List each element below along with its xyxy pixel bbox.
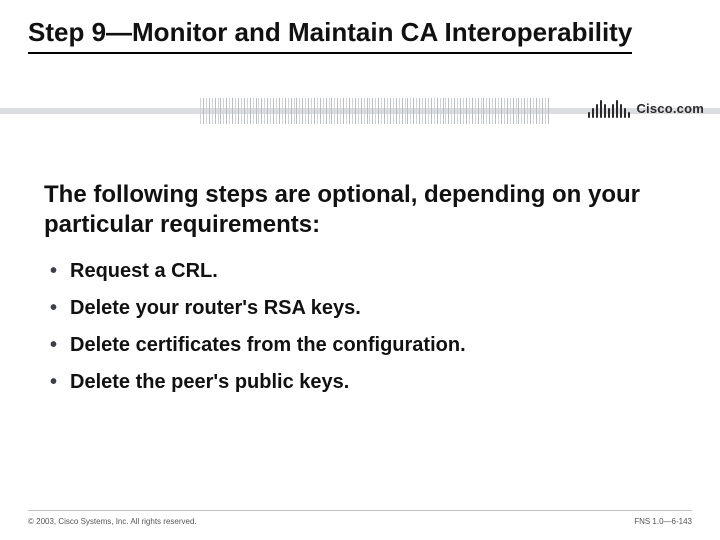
bullet-list: Request a CRL. Delete your router's RSA … — [44, 258, 676, 396]
list-item: Delete your router's RSA keys. — [44, 295, 676, 322]
list-item: Delete certificates from the configurati… — [44, 332, 676, 359]
slide-title: Step 9—Monitor and Maintain CA Interoper… — [28, 18, 632, 54]
band-ticks — [200, 98, 550, 124]
cisco-logo: Cisco.com — [588, 98, 704, 118]
cisco-bars-icon — [588, 98, 630, 118]
list-item: Delete the peer's public keys. — [44, 369, 676, 396]
lead-text: The following steps are optional, depend… — [44, 180, 676, 240]
footer: © 2003, Cisco Systems, Inc. All rights r… — [28, 510, 692, 526]
list-item: Request a CRL. — [44, 258, 676, 285]
copyright-text: © 2003, Cisco Systems, Inc. All rights r… — [28, 517, 197, 526]
slide-number: FNS 1.0—6-143 — [634, 517, 692, 526]
content-area: The following steps are optional, depend… — [44, 180, 676, 406]
slide: Step 9—Monitor and Maintain CA Interoper… — [0, 0, 720, 540]
logo-text: Cisco.com — [636, 101, 704, 116]
